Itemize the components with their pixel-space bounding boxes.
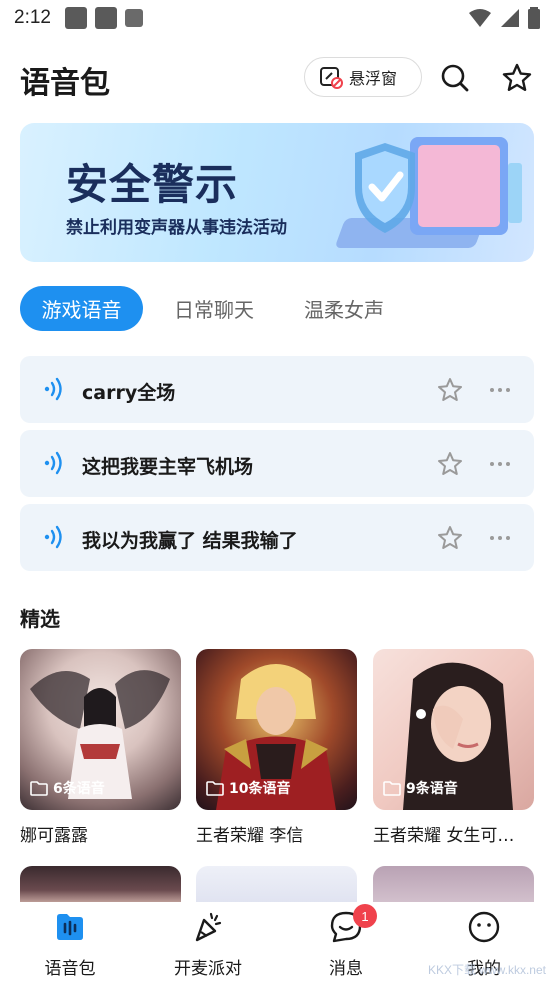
card-thumbnail: 6条语音 [20,649,181,810]
voice-pack-card[interactable]: 9条语音 王者荣耀 女生可… [373,649,534,846]
star-icon[interactable] [436,524,464,552]
nav-label: 开麦派对 [174,959,242,979]
voice-count: 6条语音 [53,781,105,797]
section-title-selected: 精选 [20,607,60,631]
bottom-navigation: 语音包 开麦派对 1 消息 我的 KKX下载 www.kkx.net [0,902,554,984]
more-options-icon[interactable] [489,455,511,473]
message-count-badge: 1 [353,904,377,928]
more-options-icon[interactable] [489,381,511,399]
folder-icon [383,780,401,796]
card-thumbnail: 10条语音 [196,649,357,810]
folder-icon [206,780,224,796]
voice-pack-card[interactable]: 10条语音 王者荣耀 李信 [196,649,357,846]
wifi-icon [469,9,491,27]
voice-item[interactable]: carry全场 [20,356,534,423]
banner-subtitle: 禁止利用变声器从事违法活动 [66,218,287,238]
more-options-icon[interactable] [489,529,511,547]
voice-item[interactable]: 我以为我赢了 结果我输了 [20,504,534,571]
profile-icon [468,911,500,943]
signal-icon [501,9,519,27]
card-name: 娜可露露 [20,826,88,846]
voice-count-badge: 6条语音 [30,778,105,798]
tab-game-voice[interactable]: 游戏语音 [20,286,143,331]
voice-pack-card-partial[interactable] [20,866,181,906]
notification-square-icon [94,7,117,29]
banner-illustration [336,137,522,248]
star-icon[interactable] [436,450,464,478]
voice-count: 9条语音 [406,781,458,797]
voice-count: 10条语音 [229,781,291,797]
float-window-label: 悬浮窗 [349,69,398,88]
tab-daily-chat[interactable]: 日常聊天 [171,286,257,331]
float-window-icon [320,67,343,89]
party-icon [195,912,222,942]
favorites-star-icon[interactable] [501,62,533,94]
voice-pack-icon [57,914,83,940]
page-title: 语音包 [20,66,110,101]
card-name: 王者荣耀 女生可… [373,826,515,846]
notification-app-icon [64,7,87,29]
search-icon[interactable] [439,62,471,94]
category-tabs: 游戏语音 日常聊天 温柔女声 [20,286,387,331]
watermark: KKX下载 www.kkx.net [427,963,546,977]
voice-pack-card-partial[interactable] [196,866,357,906]
voice-count-badge: 10条语音 [206,778,290,798]
card-thumbnail: 9条语音 [373,649,534,810]
voice-title: 这把我要主宰飞机场 [82,456,254,478]
sound-wave-icon[interactable] [42,377,66,401]
nav-label: 消息 [329,959,363,979]
voice-title: carry全场 [82,382,176,404]
banner-title: 安全警示 [66,160,239,209]
notification-a-icon [124,9,143,27]
folder-icon [30,780,48,796]
voice-count-badge: 9条语音 [383,778,458,798]
sound-wave-icon[interactable] [42,451,66,475]
status-time: 2:12 [14,7,51,28]
voice-pack-card[interactable]: 6条语音 娜可露露 [20,649,181,846]
tab-gentle-female[interactable]: 温柔女声 [301,286,387,331]
card-name: 王者荣耀 李信 [196,826,304,846]
star-icon[interactable] [436,376,464,404]
nav-label: 语音包 [44,959,96,979]
battery-icon [528,7,540,29]
nav-messages[interactable]: 1 消息 [296,904,396,979]
nav-party[interactable]: 开麦派对 [158,910,258,979]
sound-wave-icon[interactable] [42,525,66,549]
voice-pack-card-partial[interactable] [373,866,534,906]
nav-voice-pack[interactable]: 语音包 [20,910,120,979]
safety-banner[interactable]: 安全警示 禁止利用变声器从事违法活动 [20,123,534,262]
float-window-button[interactable]: 悬浮窗 [304,57,422,97]
voice-title: 我以为我赢了 结果我输了 [82,530,298,552]
app-header: 语音包 悬浮窗 [0,50,554,106]
status-bar: 2:12 [0,0,554,36]
voice-item[interactable]: 这把我要主宰飞机场 [20,430,534,497]
